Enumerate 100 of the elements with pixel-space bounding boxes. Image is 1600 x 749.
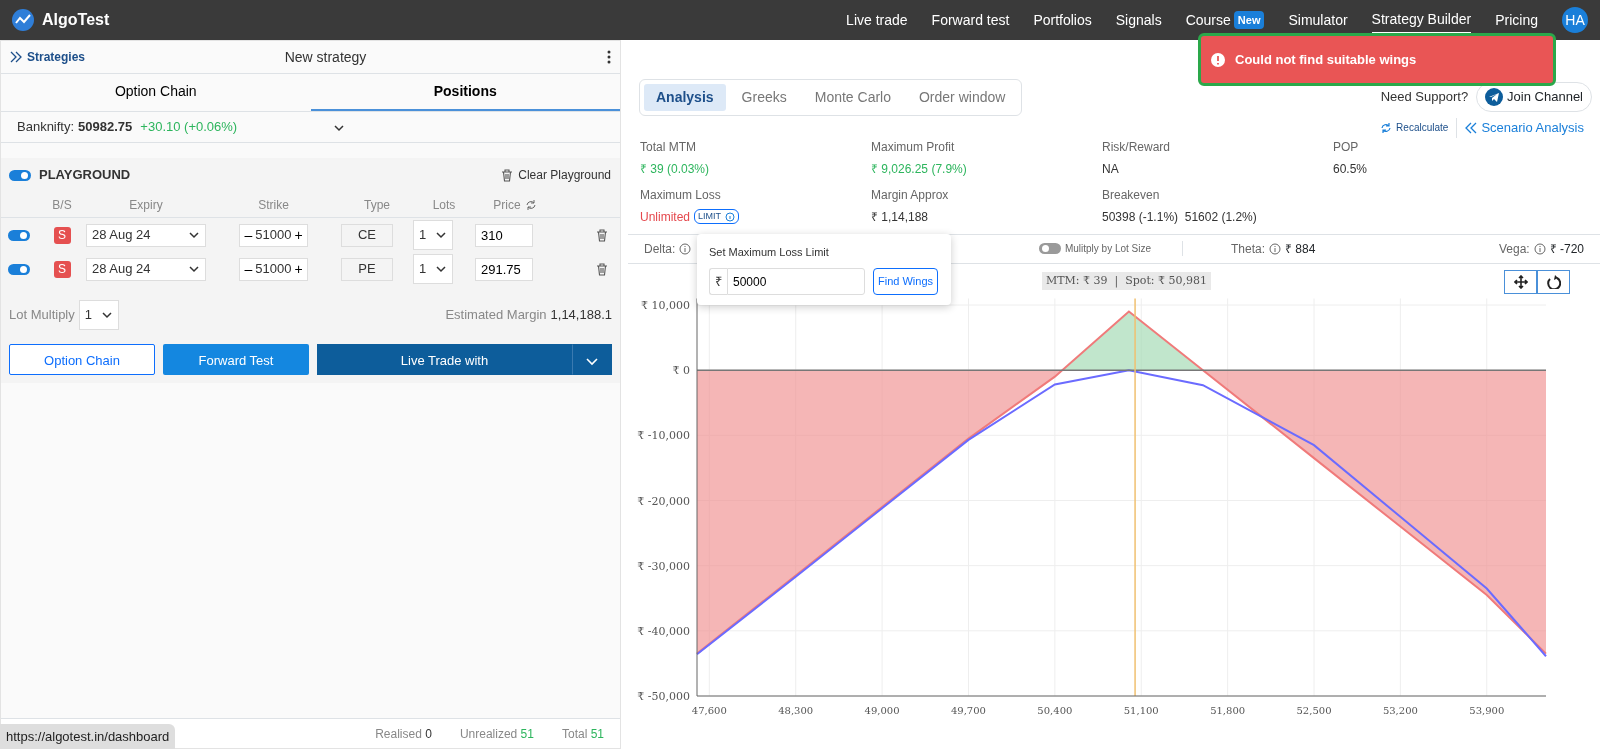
- pnl-summary: Total 51: [561, 725, 604, 743]
- type-field: PE: [341, 257, 393, 281]
- metric-label: Risk/Reward: [1102, 138, 1171, 156]
- price-input[interactable]: 310: [475, 223, 533, 247]
- leg-toggle[interactable]: [8, 229, 30, 241]
- panel-tab[interactable]: Positions: [310, 74, 620, 111]
- panel-tab[interactable]: Option Chain: [1, 74, 311, 111]
- leg-toggle[interactable]: [8, 263, 30, 275]
- double-chevron-icon: [9, 50, 23, 64]
- minus-button[interactable]: –: [241, 228, 256, 242]
- nav-link[interactable]: Portfolios: [1033, 7, 1092, 33]
- strategies-link[interactable]: Strategies: [9, 48, 86, 66]
- info-icon: [725, 211, 736, 222]
- limit-button[interactable]: LIMIT: [694, 208, 740, 225]
- greek-value: ₹ 884: [1285, 240, 1316, 258]
- user-avatar[interactable]: HA: [1562, 7, 1588, 33]
- x-tick-label: 47,600: [691, 704, 727, 716]
- multiply-toggle[interactable]: [1038, 243, 1061, 254]
- side-badge[interactable]: S: [53, 226, 71, 244]
- x-tick-label: 50,400: [1037, 704, 1073, 716]
- trash-icon[interactable]: [595, 261, 609, 277]
- dropdown-button[interactable]: [572, 344, 612, 375]
- status-url: https://algotest.in/dashboard: [0, 723, 176, 749]
- price-change: +30.10 (+0.06%): [140, 118, 238, 137]
- lot-multiply-label: Lot Multiply: [9, 306, 75, 325]
- analysis-tab[interactable]: Order window: [907, 83, 1018, 111]
- column-header: Expiry: [128, 196, 164, 214]
- strike-value: 51000: [255, 260, 292, 279]
- x-tick-label: 49,700: [951, 704, 986, 716]
- info-icon[interactable]: [1269, 242, 1282, 255]
- more-icon[interactable]: [606, 50, 612, 64]
- nav-link[interactable]: Pricing: [1495, 7, 1538, 33]
- reset-button[interactable]: [1537, 269, 1570, 294]
- scenario-analysis-link[interactable]: Scenario Analysis: [1456, 118, 1584, 138]
- analysis-tab[interactable]: Monte Carlo: [802, 83, 903, 111]
- column-header: Type: [363, 196, 391, 214]
- recalculate-link[interactable]: Recalculate: [1380, 120, 1449, 136]
- caret-icon: [435, 229, 447, 241]
- plus-button[interactable]: +: [291, 262, 306, 276]
- metric-label: Maximum Loss: [640, 186, 722, 204]
- greek-value: ₹ -720: [1549, 240, 1584, 258]
- live-trade-button[interactable]: Live Trade with: [317, 344, 572, 375]
- nav-link[interactable]: Signals: [1115, 7, 1162, 33]
- price-input[interactable]: 291.75: [475, 257, 533, 281]
- option-chain-button[interactable]: Option Chain: [9, 344, 155, 375]
- pan-button[interactable]: [1504, 269, 1537, 294]
- analysis-tab[interactable]: Greeks: [729, 83, 799, 111]
- plus-button[interactable]: +: [291, 228, 306, 242]
- forward-test-button[interactable]: Forward Test: [163, 344, 309, 375]
- y-tick-label: ₹ -10,000: [637, 428, 690, 442]
- telegram-icon: [1485, 88, 1504, 106]
- playground-toggle[interactable]: [9, 169, 31, 181]
- popover-title: Set Maximum Loss Limit: [709, 244, 830, 260]
- metric-value: NA: [1102, 160, 1119, 178]
- metric-label: Breakeven: [1102, 186, 1161, 204]
- lots-select[interactable]: 1: [413, 220, 453, 250]
- logo-icon[interactable]: [12, 9, 34, 31]
- x-tick-label: 49,000: [864, 704, 900, 716]
- trash-icon[interactable]: [595, 227, 609, 243]
- lot-multiply-select[interactable]: 1: [78, 300, 119, 330]
- expiry-select[interactable]: 28 Aug 24: [86, 257, 206, 281]
- expiry-select[interactable]: 28 Aug 24: [86, 223, 206, 247]
- minus-button[interactable]: –: [241, 262, 256, 276]
- need-support-text: Need Support?: [1380, 88, 1469, 107]
- side-badge[interactable]: S: [53, 260, 71, 278]
- find-wings-button[interactable]: Find Wings: [873, 268, 939, 295]
- pnl-summary: Realised 0: [375, 725, 432, 743]
- x-tick-label: 48,300: [778, 704, 814, 716]
- y-tick-label: ₹ -20,000: [637, 494, 690, 507]
- greek-label: Theta:: [1231, 240, 1266, 258]
- trash-icon[interactable]: [500, 167, 515, 183]
- lots-select[interactable]: 1: [413, 254, 453, 284]
- move-icon: [1513, 274, 1528, 289]
- info-icon[interactable]: [1533, 242, 1546, 255]
- caret-icon: [435, 263, 447, 275]
- strike-stepper[interactable]: – 51000 +: [239, 257, 308, 281]
- double-chevron-icon: [1465, 120, 1478, 135]
- refresh-icon[interactable]: [524, 198, 537, 211]
- loss-limit-input[interactable]: 50000: [727, 268, 865, 295]
- nav-link[interactable]: Course: [1185, 7, 1231, 33]
- column-header: Price: [475, 195, 555, 214]
- x-tick-label: 53,900: [1469, 704, 1505, 716]
- brand-name[interactable]: AlgoTest: [42, 8, 110, 32]
- nav-link[interactable]: Live trade: [846, 7, 908, 33]
- column-header: Lots: [431, 196, 457, 214]
- strike-stepper[interactable]: – 51000 +: [239, 223, 308, 247]
- caret-icon: [188, 263, 200, 275]
- column-header: B/S: [51, 196, 73, 214]
- metric-value: ₹ 1,14,188: [871, 208, 929, 226]
- alert-icon: [1211, 52, 1225, 67]
- y-tick-label: ₹ 10,000: [641, 298, 690, 312]
- clear-playground-button[interactable]: Clear Playground: [499, 165, 612, 185]
- analysis-tab[interactable]: Analysis: [644, 83, 726, 111]
- x-tick-label: 51,100: [1123, 704, 1159, 716]
- x-tick-label: 52,500: [1296, 704, 1332, 716]
- currency-addon: ₹: [709, 268, 727, 295]
- nav-link[interactable]: Simulator: [1288, 7, 1348, 33]
- info-icon[interactable]: [679, 242, 692, 255]
- x-tick-label: 51,800: [1210, 704, 1246, 716]
- nav-link[interactable]: Forward test: [931, 7, 1010, 33]
